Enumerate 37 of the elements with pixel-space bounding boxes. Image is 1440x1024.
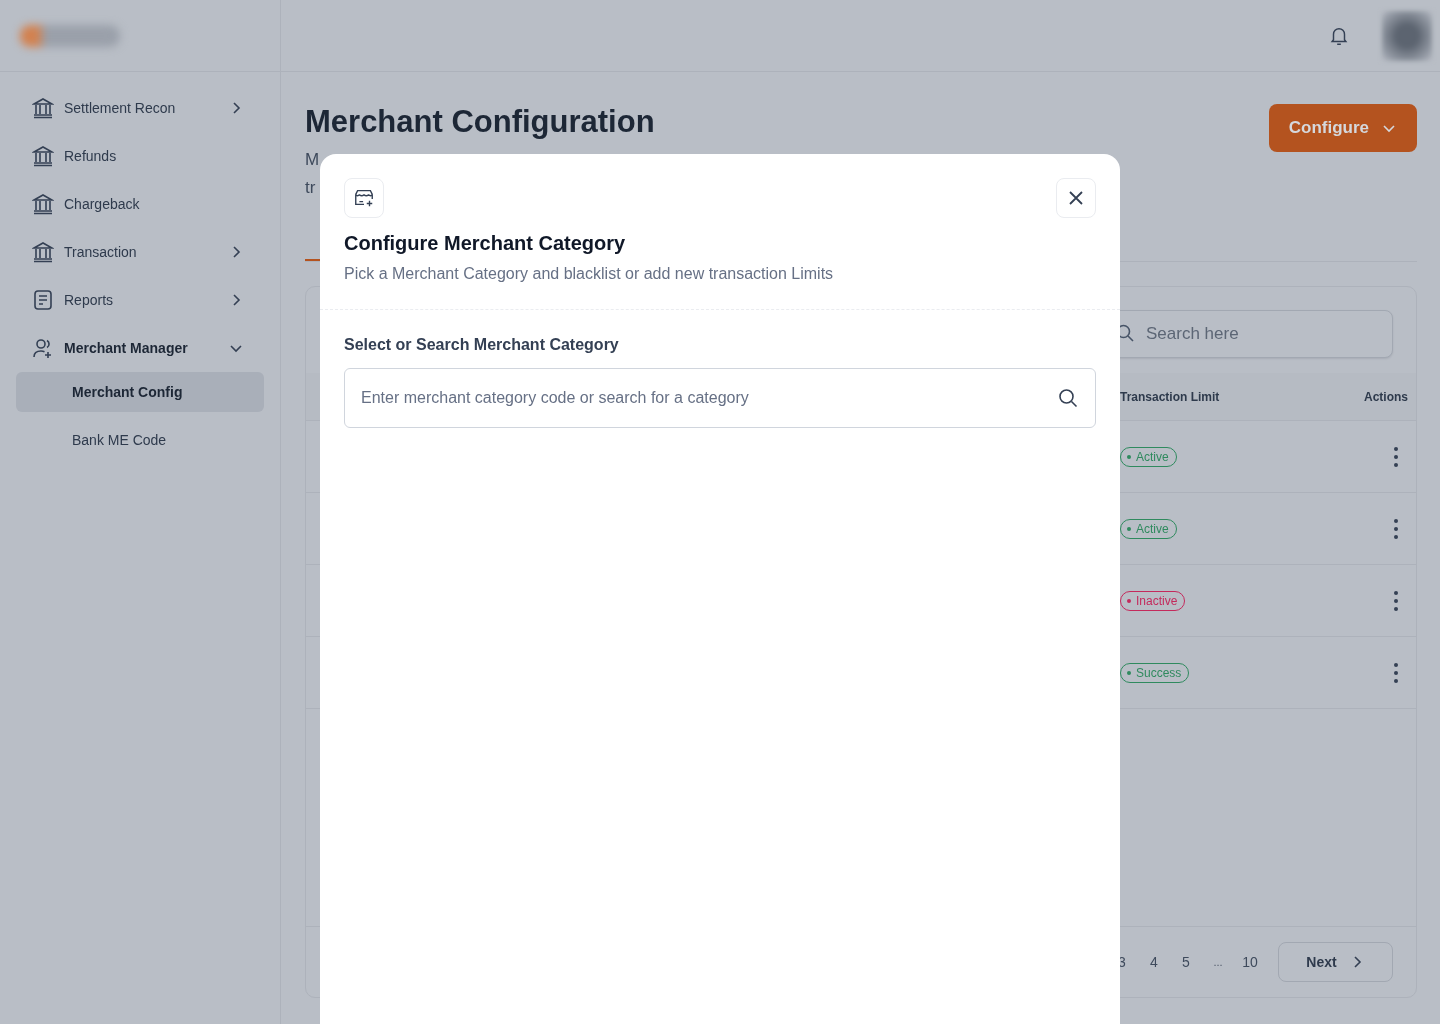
- page-description: tr: [305, 177, 316, 199]
- sidebar-subitem[interactable]: Merchant Config: [16, 372, 264, 412]
- bank-icon: [32, 193, 54, 215]
- modal-subtitle: Pick a Merchant Category and blacklist or add new transaction Limits: [344, 265, 835, 283]
- column-header: Actions: [1363, 389, 1409, 404]
- sidebar-subitem[interactable]: Bank ME Code: [16, 420, 264, 460]
- search-icon: [1058, 388, 1078, 408]
- bank-icon: [32, 145, 54, 167]
- sidebar-item[interactable]: Refunds: [16, 132, 264, 180]
- bank-icon: [32, 97, 54, 119]
- sidebar-item[interactable]: Settlement Recon: [16, 84, 264, 132]
- page-number[interactable]: 10: [1234, 954, 1266, 970]
- sidebar-item[interactable]: Chargeback: [16, 180, 264, 228]
- sidebar-item[interactable]: Transaction: [16, 228, 264, 276]
- sidebar-item[interactable]: Reports: [16, 276, 264, 324]
- next-button[interactable]: Next: [1278, 942, 1393, 982]
- bank-icon: [32, 241, 54, 263]
- page-description: M: [305, 149, 320, 171]
- more-icon[interactable]: [1393, 661, 1399, 684]
- user-add-icon: [32, 337, 54, 359]
- field-label: Select or Search Merchant Category: [344, 336, 620, 354]
- page-number[interactable]: 5: [1170, 954, 1202, 970]
- more-icon[interactable]: [1393, 517, 1399, 540]
- document-icon: [32, 289, 54, 311]
- column-header: Transaction Limit: [1120, 389, 1221, 404]
- more-icon[interactable]: [1393, 445, 1399, 468]
- close-button[interactable]: [1056, 178, 1096, 218]
- page-title: Merchant Configuration: [305, 104, 655, 140]
- sidebar-item[interactable]: Merchant Manager: [16, 324, 264, 372]
- store-add-icon: [344, 178, 384, 218]
- category-search-field[interactable]: Enter merchant category code or search for a category: [344, 368, 1096, 428]
- configure-button[interactable]: Configure: [1268, 104, 1417, 152]
- modal-title: Configure Merchant Category: [344, 232, 627, 255]
- more-icon[interactable]: [1393, 589, 1399, 612]
- page-number[interactable]: ...: [1202, 956, 1234, 968]
- page-number[interactable]: 4: [1138, 954, 1170, 970]
- avatar[interactable]: [1382, 10, 1432, 61]
